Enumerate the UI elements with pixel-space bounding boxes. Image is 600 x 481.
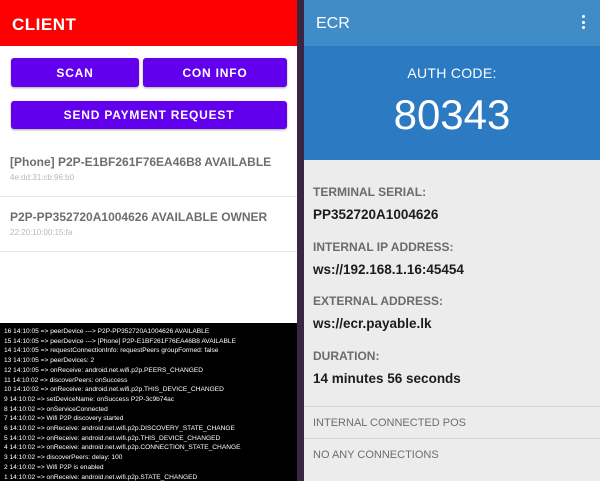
peer-mac-address: 22:20:10:00:15:fa xyxy=(10,228,73,237)
client-app: CLIENT SCAN CON INFO SEND PAYMENT REQUES… xyxy=(0,0,297,481)
field-value: ws://192.168.1.16:45454 xyxy=(313,262,464,277)
ecr-toolbar: ECR xyxy=(304,0,600,46)
log-line: 16 14:10:05 => peerDevice ---> P2P-PP352… xyxy=(4,328,210,335)
auth-code-label: AUTH CODE: xyxy=(407,65,497,81)
log-line: 8 14:10:02 => onServiceConnected xyxy=(4,405,108,413)
send-payment-request-button[interactable]: SEND PAYMENT REQUEST xyxy=(11,101,287,129)
field-label: INTERNAL IP ADDRESS: xyxy=(313,240,454,254)
field-value: 14 minutes 56 seconds xyxy=(313,371,461,386)
log-line: 6 14:10:02 => onReceive: android.net.wif… xyxy=(4,425,235,433)
connected-pos-header: INTERNAL CONNECTED POS xyxy=(304,406,600,438)
log-line: 11 14:10:02 => discoverPeers: onSuccess xyxy=(4,376,128,384)
log-console[interactable]: 16 14:10:05 => peerDevice ---> P2P-PP352… xyxy=(0,323,297,481)
log-line: 3 14:10:02 => discoverPeers: delay: 100 xyxy=(4,454,123,462)
log-line: 7 14:10:02 => Wifi P2P discovery started xyxy=(4,415,124,423)
auth-code-panel: AUTH CODE: 80343 xyxy=(304,46,600,160)
log-line: 10 14:10:02 => onReceive: android.net.wi… xyxy=(4,386,224,394)
log-line: 15 14:10:05 => peerDevice ---> [Phone] P… xyxy=(4,337,236,345)
field-value: PP352720A1004626 xyxy=(313,207,439,222)
internal-ip-field: INTERNAL IP ADDRESS: ws://192.168.1.16:4… xyxy=(313,240,464,277)
peer-list-item[interactable]: [Phone] P2P-E1BF261F76EA46B8 AVAILABLE 4… xyxy=(0,143,297,197)
peer-list-item[interactable]: P2P-PP352720A1004626 AVAILABLE OWNER 22:… xyxy=(0,198,297,252)
peer-name: [Phone] P2P-E1BF261F76EA46B8 AVAILABLE xyxy=(10,155,272,169)
ecr-title: ECR xyxy=(316,15,350,32)
peer-mac-address: 4e:dd:31:cb:96:b0 xyxy=(10,173,75,182)
auth-code-value: 80343 xyxy=(393,91,511,138)
log-line: 5 14:10:02 => onReceive: android.net.wif… xyxy=(4,434,221,442)
log-line: 13 14:10:05 => peerDevices: 2 xyxy=(4,357,95,365)
field-label: DURATION: xyxy=(313,349,380,363)
more-vert-icon[interactable] xyxy=(582,15,586,29)
log-line: 4 14:10:02 => onReceive: android.net.wif… xyxy=(4,444,241,452)
log-line: 9 14:10:02 => setDeviceName: onSuccess P… xyxy=(4,395,175,403)
terminal-serial-field: TERMINAL SERIAL: PP352720A1004626 xyxy=(313,185,438,222)
scan-button[interactable]: SCAN xyxy=(11,58,139,87)
log-line: 12 14:10:05 => onReceive: android.net.wi… xyxy=(4,366,204,374)
client-title: CLIENT xyxy=(12,15,77,34)
log-line: 1 14:10:02 => onReceive: android.net.wif… xyxy=(4,473,198,481)
con-info-button[interactable]: CON INFO xyxy=(143,58,287,87)
client-toolbar: CLIENT xyxy=(0,0,297,46)
external-address-field: EXTERNAL ADDRESS: ws://ecr.payable.lk xyxy=(313,294,443,331)
log-line: 14 14:10:05 => requestConnectionInfo: re… xyxy=(4,347,219,355)
no-connections-item: NO ANY CONNECTIONS xyxy=(304,438,600,470)
ecr-app: ECR AUTH CODE: 80343 TERMINAL SERIAL: PP… xyxy=(304,0,600,481)
peer-name: P2P-PP352720A1004626 AVAILABLE OWNER xyxy=(10,210,268,224)
field-value: ws://ecr.payable.lk xyxy=(313,316,432,331)
field-label: TERMINAL SERIAL: xyxy=(313,185,427,199)
duration-field: DURATION: 14 minutes 56 seconds xyxy=(313,349,461,386)
log-line: 2 14:10:02 => Wifi P2P is enabled xyxy=(4,463,104,471)
field-label: EXTERNAL ADDRESS: xyxy=(313,294,444,308)
